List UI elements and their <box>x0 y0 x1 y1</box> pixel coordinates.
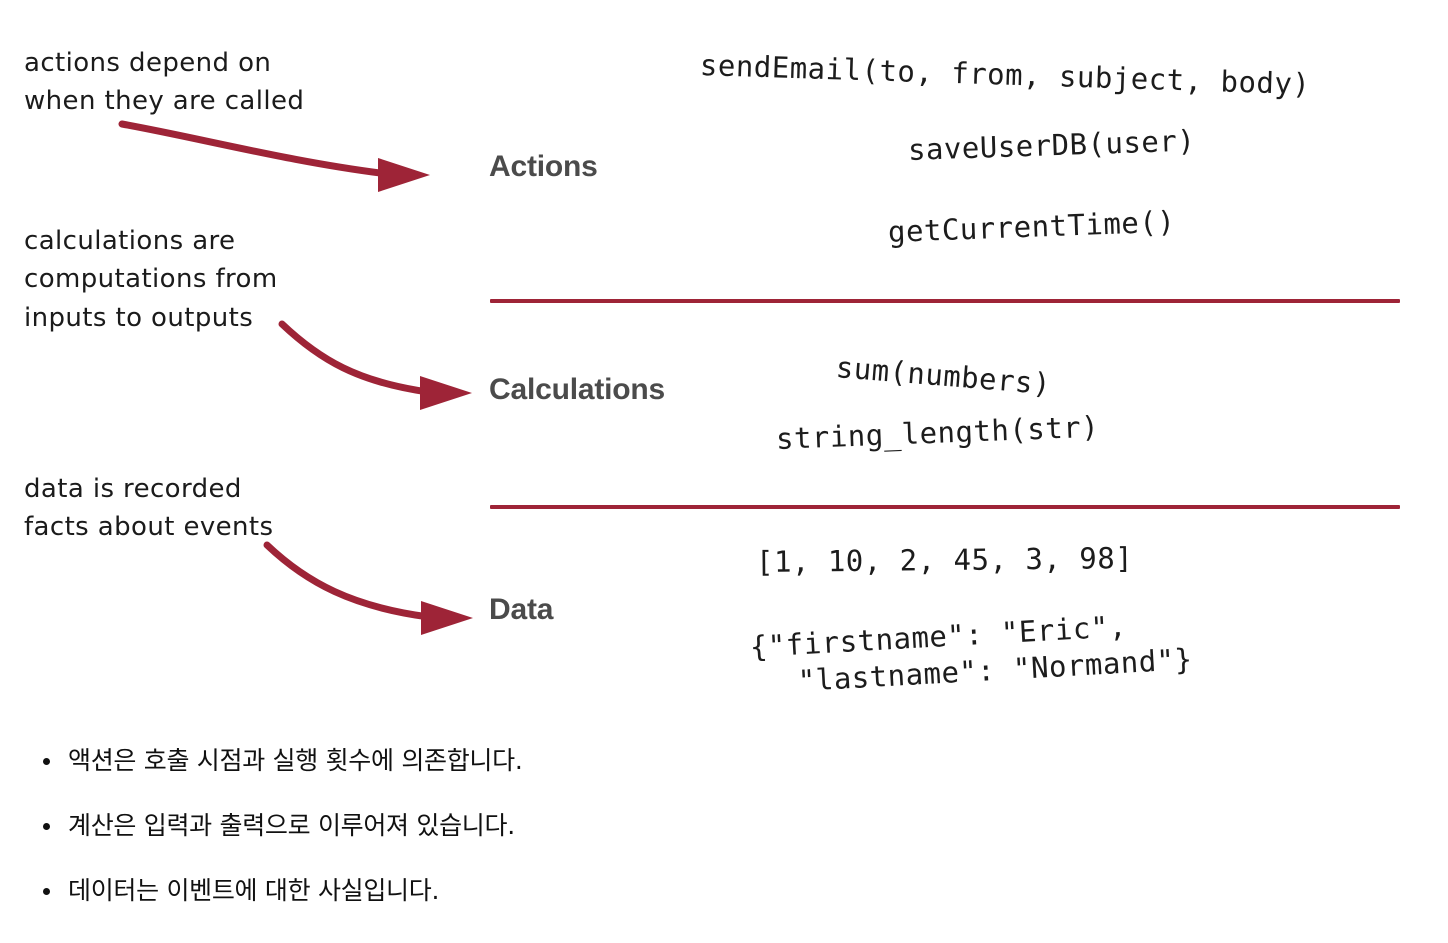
code-send-email: sendEmail(to, from, subject, body) <box>699 48 1311 102</box>
bullet-dot-icon <box>43 758 50 765</box>
category-label-data: Data <box>489 593 554 626</box>
code-get-current-time: getCurrentTime() <box>887 204 1176 249</box>
list-item-label: 액션은 호출 시점과 실행 횟수에 의존합니다. <box>68 746 523 775</box>
arrow-to-actions-icon <box>118 120 430 192</box>
bullet-dot-icon <box>43 823 50 830</box>
list-item: 계산은 입력과 출력으로 이루어져 있습니다. <box>43 811 968 840</box>
slide-canvas: actions depend on when they are called c… <box>0 0 1448 932</box>
divider-actions-calculations <box>490 299 1400 303</box>
category-label-actions: Actions <box>489 150 598 183</box>
list-item-label: 계산은 입력과 출력으로 이루어져 있습니다. <box>68 811 515 840</box>
arrow-to-calculations-icon <box>278 320 472 410</box>
code-sum-numbers: sum(numbers) <box>834 350 1053 402</box>
annotation-actions: actions depend on when they are called <box>24 48 305 117</box>
list-item: 액션은 호출 시점과 실행 횟수에 의존합니다. <box>43 746 968 775</box>
bullet-dot-icon <box>43 888 50 895</box>
annotation-data: data is recorded facts about events <box>24 474 274 543</box>
code-string-length: string_length(str) <box>775 409 1100 456</box>
category-label-calculations: Calculations <box>489 373 665 406</box>
list-item: 데이터는 이벤트에 대한 사실입니다. <box>43 876 968 905</box>
divider-calculations-data <box>490 505 1400 509</box>
code-array-literal: [1, 10, 2, 45, 3, 98] <box>755 541 1134 579</box>
summary-bullet-list: 액션은 호출 시점과 실행 횟수에 의존합니다. 계산은 입력과 출력으로 이루… <box>32 748 968 943</box>
list-item-label: 데이터는 이벤트에 대한 사실입니다. <box>68 876 440 905</box>
annotation-calculations: calculations are computations from input… <box>24 226 278 333</box>
code-save-user-db: saveUserDB(user) <box>907 123 1196 167</box>
